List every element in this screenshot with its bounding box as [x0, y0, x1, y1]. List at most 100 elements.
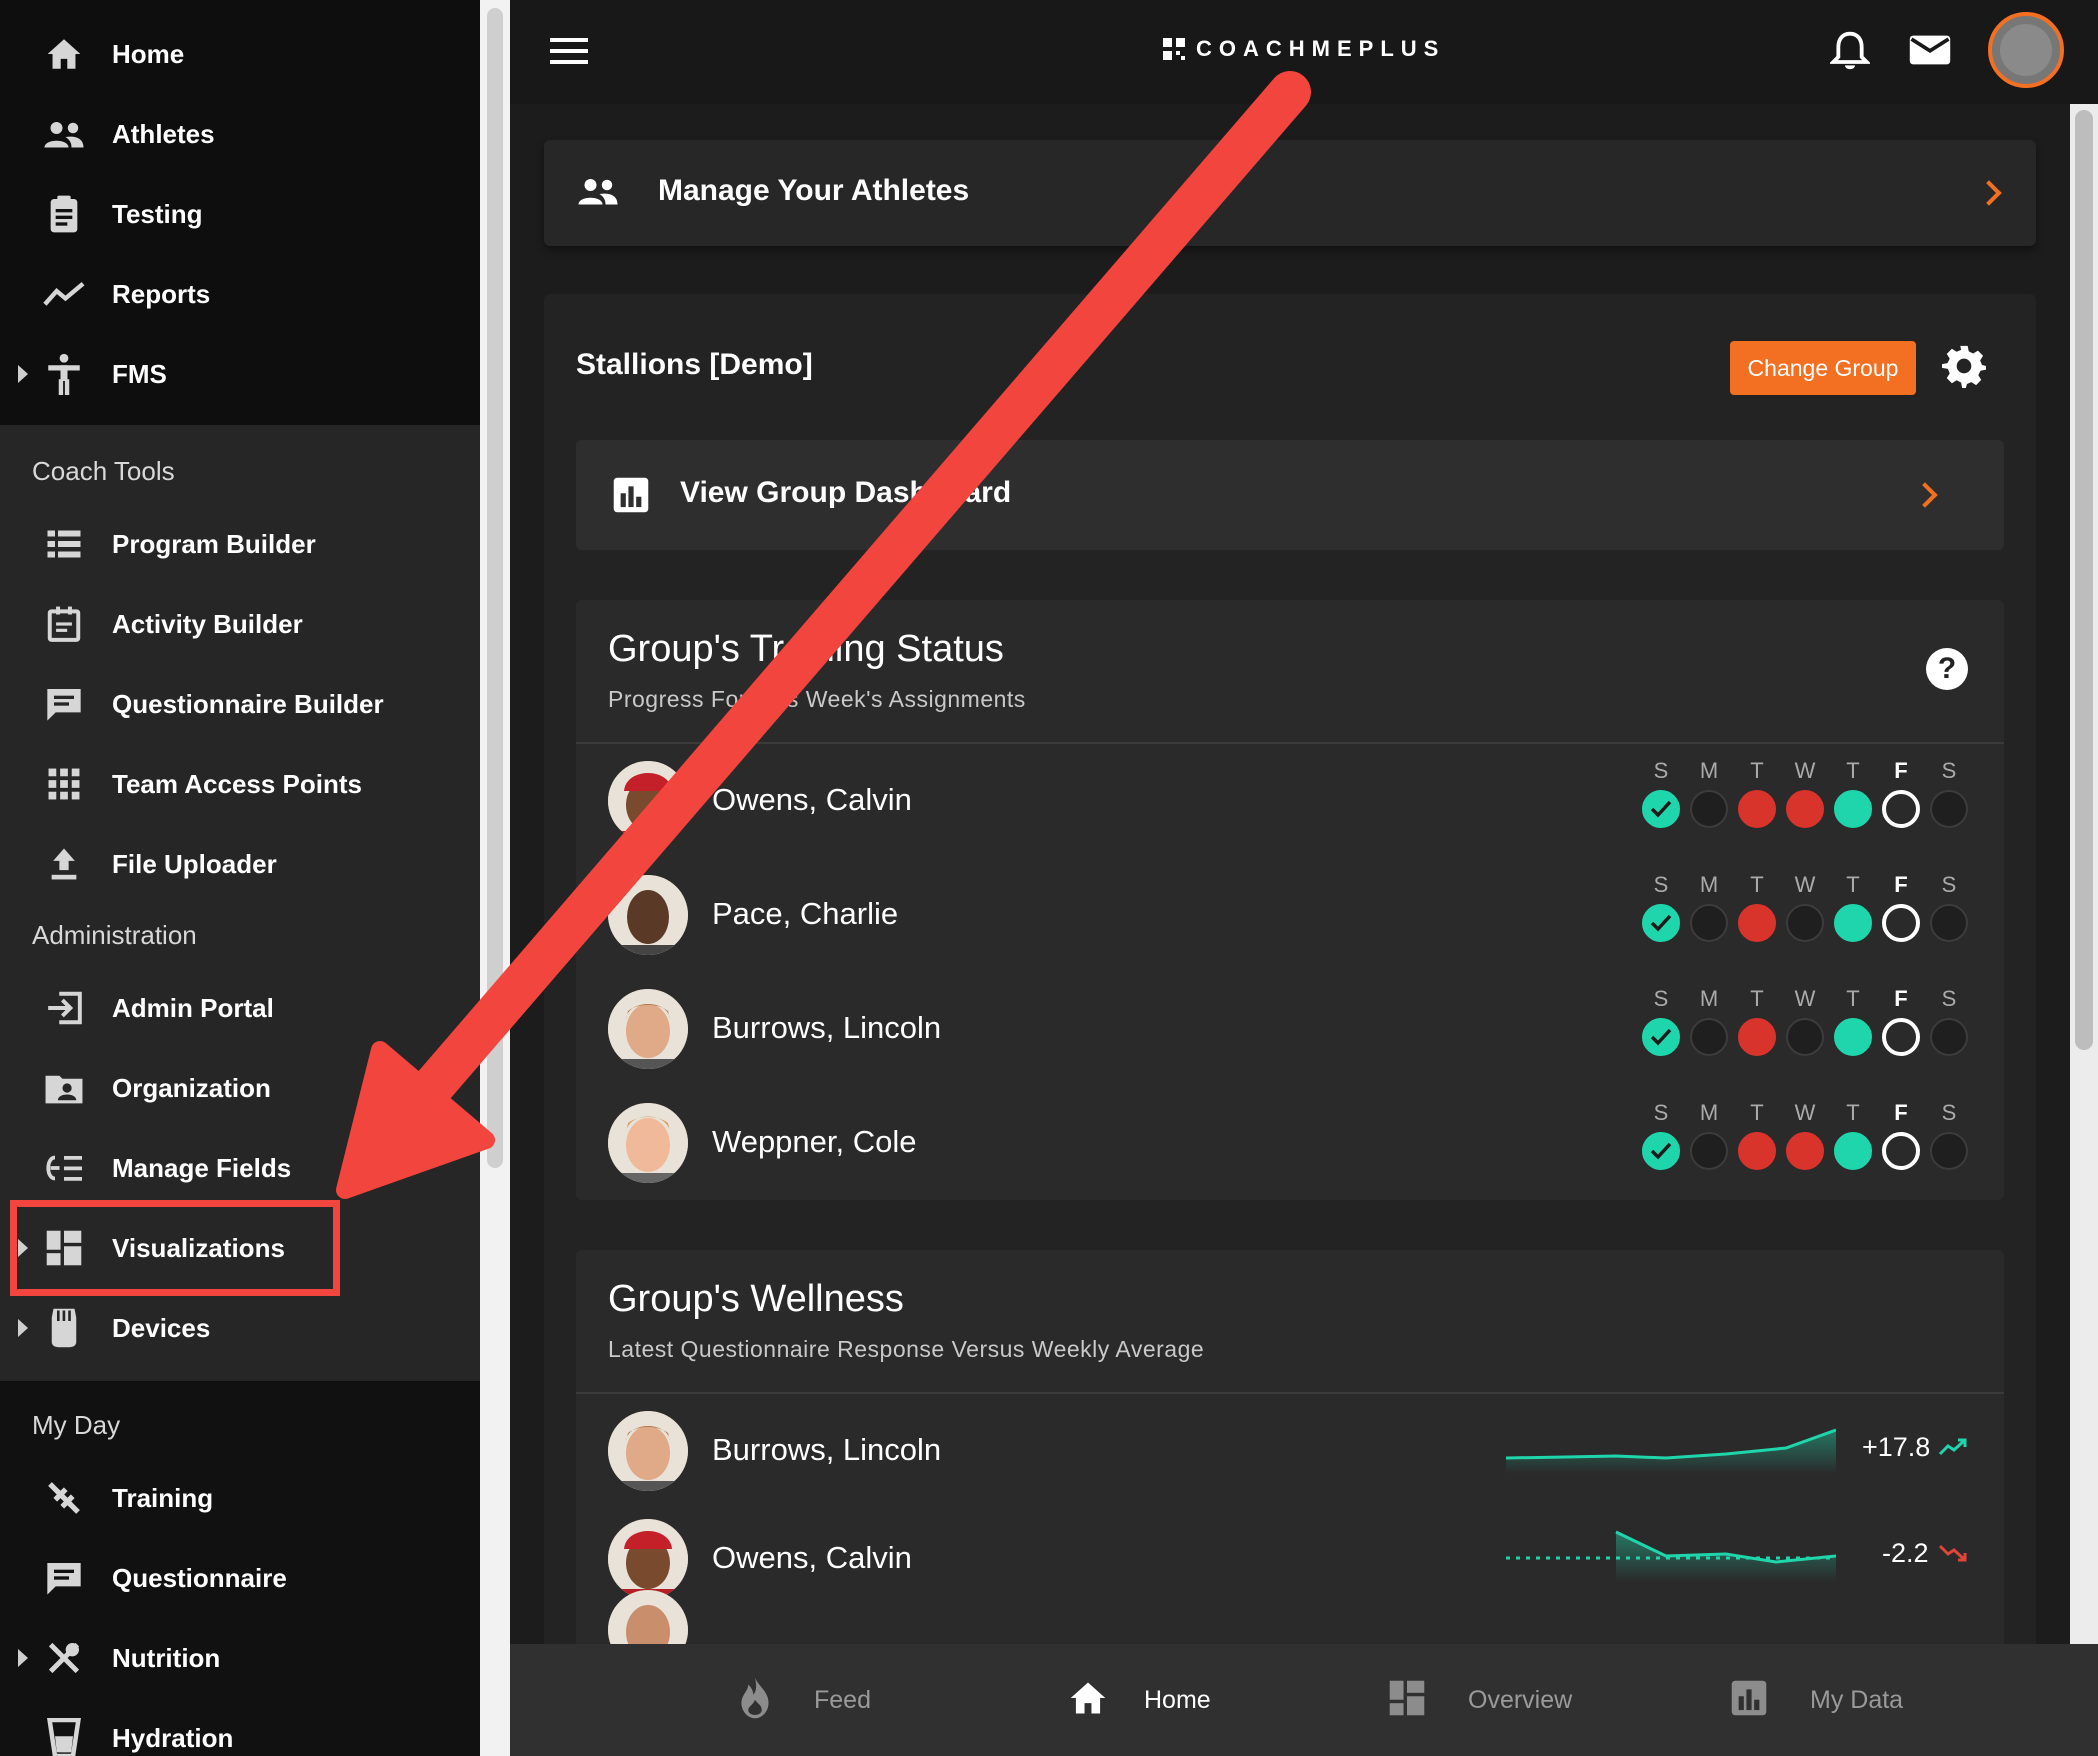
nav-label: Home: [1144, 1685, 1211, 1714]
sidebar-item-devices[interactable]: Devices: [0, 1290, 480, 1366]
day-status-dot[interactable]: [1930, 1018, 1968, 1056]
nav-feed[interactable]: Feed: [738, 1644, 871, 1756]
sidebar-item-manage-fields[interactable]: Manage Fields: [0, 1130, 480, 1206]
day-status-dot[interactable]: [1786, 1132, 1824, 1170]
chevron-right-icon: [1912, 482, 1938, 508]
day-status-dot[interactable]: [1642, 1132, 1680, 1170]
day-status-dot[interactable]: [1882, 904, 1920, 942]
day-letter: T: [1846, 1100, 1860, 1125]
athlete-name: Burrows, Lincoln: [712, 1432, 942, 1467]
sidebar-item-program-builder[interactable]: Program Builder: [0, 506, 480, 582]
nav-my-data[interactable]: My Data: [1730, 1644, 1903, 1756]
sidebar-item-reports[interactable]: Reports: [0, 256, 480, 332]
sidebar-item-label: Questionnaire: [112, 1562, 287, 1593]
sidebar-item-home[interactable]: Home: [0, 16, 480, 92]
nav-overview[interactable]: Overview: [1388, 1644, 1572, 1756]
panel-title: Group's Training Status: [608, 628, 1004, 670]
sidebar-item-questionnaire-builder[interactable]: Questionnaire Builder: [0, 666, 480, 742]
athlete-row[interactable]: Owens, Calvin S M T W T F S: [576, 744, 2004, 858]
people-icon: [576, 176, 620, 211]
user-avatar[interactable]: [1988, 12, 2064, 88]
manage-athletes-card[interactable]: Manage Your Athletes: [544, 140, 2036, 246]
expand-caret-icon[interactable]: [18, 365, 28, 383]
panel-subtitle: Progress For This Week's Assignments: [608, 686, 1026, 712]
sidebar-item-admin-portal[interactable]: Admin Portal: [0, 970, 480, 1046]
sidebar-item-label: Nutrition: [112, 1642, 221, 1673]
change-group-button[interactable]: Change Group: [1730, 341, 1916, 395]
day-status-dot[interactable]: [1690, 1018, 1728, 1056]
day-status-dot[interactable]: [1738, 1132, 1776, 1170]
wellness-row[interactable]: Burrows, Lincoln +17.8: [576, 1394, 2004, 1502]
athlete-name: Owens, Calvin: [712, 1540, 912, 1575]
sidebar-item-fms[interactable]: FMS: [0, 336, 480, 412]
day-status-dot[interactable]: [1786, 1018, 1824, 1056]
panel-title: Group's Wellness: [608, 1278, 904, 1320]
day-status-dot[interactable]: [1930, 790, 1968, 828]
day-status-dot[interactable]: [1882, 1018, 1920, 1056]
sidebar-item-questionnaire[interactable]: Questionnaire: [0, 1540, 480, 1616]
day-status-dot[interactable]: [1930, 904, 1968, 942]
expand-caret-icon[interactable]: [18, 1319, 28, 1337]
day-status-dot[interactable]: [1738, 904, 1776, 942]
day-status-dot[interactable]: [1834, 790, 1872, 828]
sidebar-item-label: Reports: [112, 278, 211, 309]
content-scrollbar-thumb[interactable]: [2075, 110, 2093, 1050]
day-status-dot[interactable]: [1834, 1132, 1872, 1170]
athlete-row[interactable]: Pace, Charlie S M T W T F S: [576, 858, 2004, 972]
sidebar-item-hydration[interactable]: Hydration: [0, 1700, 480, 1756]
hamburger-menu-icon[interactable]: [550, 38, 588, 64]
flame-icon: [738, 1676, 772, 1725]
messages-mail-icon[interactable]: [1908, 34, 1952, 71]
sidebar-item-nutrition[interactable]: Nutrition: [0, 1620, 480, 1696]
day-status-dot[interactable]: [1690, 790, 1728, 828]
day-status-dot[interactable]: [1834, 904, 1872, 942]
day-status-dot[interactable]: [1786, 790, 1824, 828]
day-status-dot[interactable]: [1642, 1018, 1680, 1056]
day-letter: W: [1794, 758, 1816, 783]
sidebar-scrollbar-thumb[interactable]: [487, 8, 503, 1168]
clipboard-icon: [42, 192, 86, 236]
view-group-dashboard-link[interactable]: View Group Dashboard: [576, 440, 2004, 550]
day-status-dot[interactable]: [1786, 904, 1824, 942]
utensils-icon: [42, 1636, 86, 1680]
day-letter: S: [1653, 986, 1669, 1011]
athlete-row[interactable]: Burrows, Lincoln S M T W T F S: [576, 972, 2004, 1086]
day-status-dot[interactable]: [1690, 904, 1728, 942]
nav-home[interactable]: Home: [1066, 1644, 1211, 1756]
panel-subtitle: Latest Questionnaire Response Versus Wee…: [608, 1336, 1205, 1362]
sidebar-item-team-access-points[interactable]: Team Access Points: [0, 746, 480, 822]
sidebar-item-label: Hydration: [112, 1722, 234, 1753]
day-letter: F: [1894, 872, 1908, 897]
gear-icon[interactable]: [1942, 344, 1986, 393]
day-status-dot[interactable]: [1738, 790, 1776, 828]
sidebar-item-athletes[interactable]: Athletes: [0, 96, 480, 172]
athlete-row[interactable]: Weppner, Cole S M T W T F S: [576, 1086, 2004, 1200]
day-status-dot[interactable]: [1930, 1132, 1968, 1170]
day-status-dot[interactable]: [1738, 1018, 1776, 1056]
people-icon: [42, 112, 86, 156]
day-status-dot[interactable]: [1690, 1132, 1728, 1170]
wellness-row[interactable]: Owens, Calvin -2.2: [576, 1502, 2004, 1610]
notifications-bell-icon[interactable]: [1828, 30, 1872, 79]
sidebar-item-label: Home: [112, 38, 185, 69]
day-letter: T: [1750, 1100, 1764, 1125]
expand-caret-icon[interactable]: [18, 1649, 28, 1667]
wellness-sparkline: [1506, 1530, 1836, 1582]
nav-label: My Data: [1810, 1685, 1904, 1714]
sidebar-item-file-uploader[interactable]: File Uploader: [0, 826, 480, 902]
sidebar-item-activity-builder[interactable]: Activity Builder: [0, 586, 480, 662]
day-status-dot[interactable]: [1882, 1132, 1920, 1170]
day-letter: W: [1794, 986, 1816, 1011]
sidebar-item-organization[interactable]: Organization: [0, 1050, 480, 1126]
day-status-dot[interactable]: [1834, 1018, 1872, 1056]
training-status-panel: Group's Training Status Progress For Thi…: [576, 600, 2004, 1200]
day-status-dot[interactable]: [1882, 790, 1920, 828]
help-icon[interactable]: ?: [1926, 648, 1968, 690]
sidebar-item-testing[interactable]: Testing: [0, 176, 480, 252]
day-status-dot[interactable]: [1642, 790, 1680, 828]
folder-user-icon: [42, 1066, 86, 1110]
sidebar-item-training[interactable]: Training: [0, 1460, 480, 1536]
app-logo[interactable]: COACHMEPLUS: [1162, 36, 1445, 62]
day-status-dot[interactable]: [1642, 904, 1680, 942]
day-letter: F: [1894, 986, 1908, 1011]
